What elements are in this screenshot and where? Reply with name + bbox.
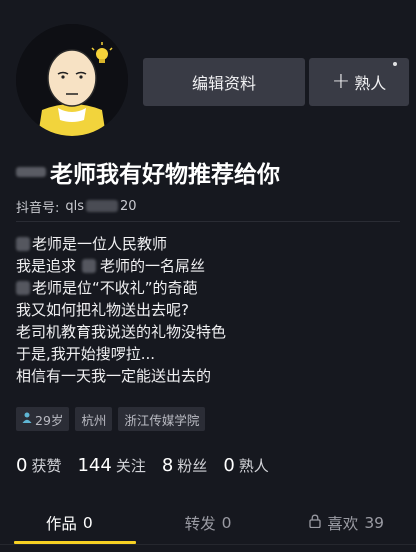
fans-count: 8 bbox=[161, 454, 174, 476]
tab-label: 作品 bbox=[45, 515, 77, 533]
avatar-illustration bbox=[16, 24, 128, 136]
redacted-text bbox=[82, 259, 97, 273]
tabs-divider bbox=[0, 544, 416, 545]
profile-bio: 老师是一位人民教师 我是追求 老师的一名屌丝 老师是位“不收礼”的奇葩 我又如何… bbox=[16, 233, 400, 387]
profile-tabs: 作品 0 转发 0 喜欢 39 bbox=[0, 506, 416, 540]
bio-line: 我是追求 老师的一名屌丝 bbox=[16, 255, 400, 277]
lock-icon bbox=[309, 514, 321, 532]
profile-stats: 0 获赞 144 关注 8 粉丝 0 熟人 bbox=[16, 452, 285, 478]
redacted-text bbox=[16, 281, 30, 295]
tab-label: 喜欢 bbox=[327, 515, 359, 533]
douyin-id: 抖音号: qls 20 bbox=[16, 196, 137, 216]
bio-text: 我又如何把礼物送出去呢? bbox=[16, 301, 189, 319]
plus-icon: + bbox=[331, 69, 351, 94]
acquaintances-count: 0 bbox=[223, 454, 235, 476]
tab-count: 0 bbox=[221, 514, 232, 532]
nickname-text: 老师我有好物推荐给你 bbox=[50, 162, 280, 188]
bio-text: 我是追求 bbox=[16, 257, 77, 275]
following-count: 144 bbox=[77, 454, 112, 476]
bio-line: 我又如何把礼物送出去呢? bbox=[16, 299, 400, 321]
likes-count: 0 bbox=[16, 454, 28, 476]
age-text: 29岁 bbox=[35, 412, 64, 428]
tab-count: 0 bbox=[82, 514, 93, 532]
tab-count: 39 bbox=[364, 514, 385, 532]
acquaintances-label: 熟人 bbox=[238, 456, 269, 475]
bio-text: 老师的一名屌丝 bbox=[100, 257, 206, 275]
age-tag: 29岁 bbox=[16, 407, 70, 431]
tab-reposts[interactable]: 转发 0 bbox=[139, 506, 278, 540]
add-friend-label: 熟人 bbox=[354, 74, 387, 93]
bio-text: 于是,我开始搜啰拉... bbox=[16, 345, 156, 363]
likes-stat: 0 获赞 bbox=[16, 455, 61, 476]
school-tag: 浙江传媒学院 bbox=[118, 407, 206, 431]
following-label: 关注 bbox=[115, 456, 146, 475]
likes-label: 获赞 bbox=[31, 456, 62, 475]
edit-profile-button[interactable]: 编辑资料 bbox=[143, 58, 305, 106]
edit-profile-label: 编辑资料 bbox=[191, 74, 256, 93]
bio-line: 老司机教育我说送的礼物没特色 bbox=[16, 321, 400, 343]
bio-line: 相信有一天我一定能送出去的 bbox=[16, 365, 400, 387]
tab-label: 转发 bbox=[184, 515, 216, 533]
bio-line: 于是,我开始搜啰拉... bbox=[16, 343, 400, 365]
redacted-text bbox=[86, 200, 119, 212]
tab-works[interactable]: 作品 0 bbox=[0, 506, 139, 540]
bio-text: 老司机教育我说送的礼物没特色 bbox=[16, 323, 227, 341]
douyin-id-label: 抖音号: bbox=[16, 200, 60, 216]
profile-tags: 29岁 杭州 浙江传媒学院 bbox=[16, 407, 206, 431]
avatar[interactable] bbox=[16, 24, 128, 136]
bio-line: 老师是位“不收礼”的奇葩 bbox=[16, 277, 400, 299]
redacted-text bbox=[16, 167, 46, 177]
bio-text: 老师是位“不收礼”的奇葩 bbox=[32, 279, 198, 297]
city-text: 杭州 bbox=[81, 412, 107, 428]
school-text: 浙江传媒学院 bbox=[124, 412, 200, 428]
following-stat[interactable]: 144 关注 bbox=[77, 455, 145, 476]
acquaintances-stat[interactable]: 0 熟人 bbox=[223, 455, 268, 476]
bio-text: 相信有一天我一定能送出去的 bbox=[16, 367, 212, 385]
profile-nickname: 老师我有好物推荐给你 bbox=[16, 154, 280, 190]
notification-dot bbox=[393, 62, 397, 66]
city-tag: 杭州 bbox=[75, 407, 113, 431]
fans-stat[interactable]: 8 粉丝 bbox=[162, 455, 207, 476]
person-icon bbox=[22, 412, 32, 426]
douyin-id-prefix: qls bbox=[65, 198, 85, 214]
fans-label: 粉丝 bbox=[177, 456, 208, 475]
divider bbox=[16, 221, 400, 222]
bio-text: 老师是一位人民教师 bbox=[32, 235, 168, 253]
tab-likes[interactable]: 喜欢 39 bbox=[277, 506, 416, 540]
redacted-text bbox=[16, 237, 30, 251]
douyin-id-suffix: 20 bbox=[120, 198, 137, 214]
bio-line: 老师是一位人民教师 bbox=[16, 233, 400, 255]
